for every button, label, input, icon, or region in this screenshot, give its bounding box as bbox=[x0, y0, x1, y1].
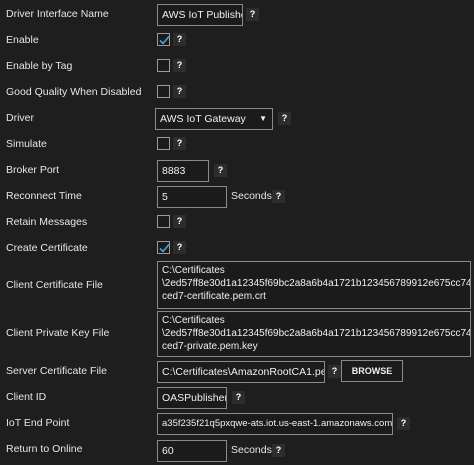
create-certificate-label: Create Certificate bbox=[6, 242, 88, 254]
return-to-online-input[interactable]: 60 bbox=[157, 440, 227, 462]
broker-port-input[interactable]: 8883 bbox=[157, 160, 209, 182]
help-icon[interactable]: ? bbox=[173, 59, 186, 72]
server-certificate-file-label: Server Certificate File bbox=[6, 365, 107, 377]
help-icon[interactable]: ? bbox=[278, 112, 291, 125]
create-certificate-checkbox[interactable] bbox=[157, 241, 170, 254]
help-icon[interactable]: ? bbox=[272, 444, 285, 457]
driver-select[interactable]: AWS IoT Gateway ▼ bbox=[155, 108, 273, 130]
client-id-label: Client ID bbox=[6, 391, 47, 403]
retain-messages-label: Retain Messages bbox=[6, 216, 88, 228]
help-icon[interactable]: ? bbox=[173, 241, 186, 254]
reconnect-time-input[interactable]: 5 bbox=[157, 186, 227, 208]
iot-end-point-label: IoT End Point bbox=[6, 417, 70, 429]
help-icon[interactable]: ? bbox=[232, 391, 245, 404]
return-to-online-label: Return to Online bbox=[6, 443, 83, 455]
client-certificate-file-input[interactable]: C:\Certificates \2ed57ff8e30d1a12345f69b… bbox=[157, 261, 471, 309]
help-icon[interactable]: ? bbox=[173, 137, 186, 150]
client-id-input[interactable]: OASPublisher bbox=[157, 387, 227, 409]
help-icon[interactable]: ? bbox=[173, 33, 186, 46]
chevron-down-icon: ▼ bbox=[259, 114, 267, 123]
help-icon[interactable]: ? bbox=[214, 164, 227, 177]
simulate-label: Simulate bbox=[6, 138, 47, 150]
checkmark-icon bbox=[159, 35, 170, 45]
return-to-online-unit: Seconds bbox=[231, 444, 272, 456]
client-private-key-file-input[interactable]: C:\Certificates \2ed57ff8e30d1a12345f69b… bbox=[157, 311, 471, 357]
reconnect-time-unit: Seconds bbox=[231, 190, 272, 202]
help-icon[interactable]: ? bbox=[173, 215, 186, 228]
checkmark-icon bbox=[159, 243, 170, 253]
help-icon[interactable]: ? bbox=[246, 8, 259, 21]
driver-interface-name-label: Driver Interface Name bbox=[6, 8, 109, 20]
driver-interface-name-input[interactable]: AWS IoT Publisher bbox=[157, 4, 243, 26]
help-icon[interactable]: ? bbox=[272, 190, 285, 203]
iot-end-point-input[interactable]: a35f235f21q5pxqwe-ats.iot.us-east-1.amaz… bbox=[157, 413, 393, 435]
simulate-checkbox[interactable] bbox=[157, 137, 170, 150]
client-private-key-file-label: Client Private Key File bbox=[6, 327, 110, 339]
broker-port-label: Broker Port bbox=[6, 164, 60, 176]
driver-select-value: AWS IoT Gateway bbox=[160, 113, 246, 125]
enable-by-tag-label: Enable by Tag bbox=[6, 60, 73, 72]
good-quality-when-disabled-checkbox[interactable] bbox=[157, 85, 170, 98]
enable-by-tag-checkbox[interactable] bbox=[157, 59, 170, 72]
browse-button[interactable]: BROWSE bbox=[341, 360, 403, 382]
driver-label: Driver bbox=[6, 112, 34, 124]
client-certificate-file-label: Client Certificate File bbox=[6, 279, 103, 291]
enable-label: Enable bbox=[6, 34, 39, 46]
help-icon[interactable]: ? bbox=[328, 365, 341, 378]
good-quality-when-disabled-label: Good Quality When Disabled bbox=[6, 86, 142, 98]
enable-checkbox[interactable] bbox=[157, 33, 170, 46]
retain-messages-checkbox[interactable] bbox=[157, 215, 170, 228]
help-icon[interactable]: ? bbox=[397, 417, 410, 430]
reconnect-time-label: Reconnect Time bbox=[6, 190, 82, 202]
server-certificate-file-input[interactable]: C:\Certificates\AmazonRootCA1.pem bbox=[157, 361, 325, 383]
help-icon[interactable]: ? bbox=[173, 85, 186, 98]
